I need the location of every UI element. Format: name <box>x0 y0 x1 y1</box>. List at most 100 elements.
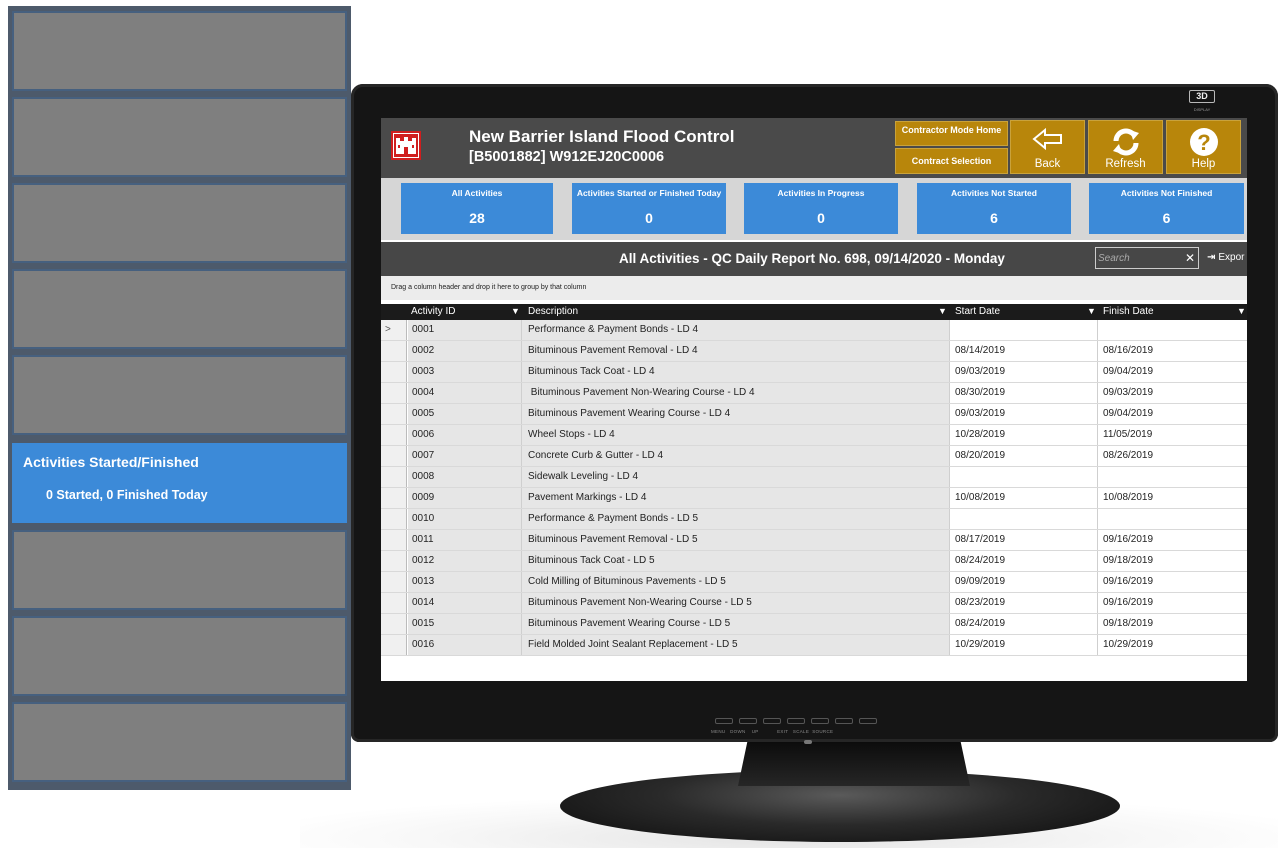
filter-icon[interactable]: ▼ <box>1237 306 1246 316</box>
search-input[interactable] <box>1098 250 1178 266</box>
table-row[interactable]: > 0001 Performance & Payment Bonds - LD … <box>381 320 1247 341</box>
stat-card-not-started[interactable]: Activities Not Started 6 <box>917 183 1071 234</box>
stat-label: Activities Started or Finished Today <box>576 188 722 198</box>
cell-start-date: 10/28/2019 <box>950 425 1098 445</box>
row-selector <box>381 467 407 487</box>
badge-3d-sub: DISPLAY <box>1193 107 1211 112</box>
stat-label: Activities In Progress <box>777 188 865 198</box>
stage: Activities Started/Finished 0 Started, 0… <box>0 0 1278 848</box>
filter-icon[interactable]: ▼ <box>938 306 947 316</box>
cell-finish-date: 09/04/2019 <box>1098 362 1247 382</box>
tile-subtitle: 0 Started, 0 Finished Today <box>46 488 208 502</box>
cell-finish-date: 10/08/2019 <box>1098 488 1247 508</box>
cell-description: Performance & Payment Bonds - LD 4 <box>522 320 950 340</box>
stat-card-started-finished-today[interactable]: Activities Started or Finished Today 0 <box>572 183 726 234</box>
table-row[interactable]: 0015 Bituminous Pavement Wearing Course … <box>381 614 1247 635</box>
source-hw-button[interactable] <box>859 718 877 724</box>
help-label: Help <box>1191 158 1216 170</box>
cell-finish-date: 09/04/2019 <box>1098 404 1247 424</box>
side-tile-1[interactable] <box>12 11 347 91</box>
table-row[interactable]: 0003 Bituminous Tack Coat - LD 4 09/03/2… <box>381 362 1247 383</box>
cell-finish-date: 09/18/2019 <box>1098 614 1247 634</box>
side-tile-7[interactable] <box>12 530 347 610</box>
scale-hw-button[interactable] <box>835 718 853 724</box>
power-led-icon <box>804 740 812 744</box>
column-header-activity-id[interactable]: Activity ID ▼ <box>411 306 521 317</box>
menu-hw-button[interactable] <box>715 718 733 724</box>
table-row[interactable]: 0008 Sidewalk Leveling - LD 4 <box>381 467 1247 488</box>
stat-card-not-finished[interactable]: Activities Not Finished 6 <box>1089 183 1244 234</box>
filter-icon[interactable]: ▼ <box>511 306 520 316</box>
cell-description: Concrete Curb & Gutter - LD 4 <box>522 446 950 466</box>
cell-finish-date: 09/16/2019 <box>1098 593 1247 613</box>
back-button[interactable]: Back <box>1010 120 1085 174</box>
help-button[interactable]: ? Help <box>1166 120 1241 174</box>
back-arrow-icon <box>1031 127 1062 151</box>
table-row[interactable]: 0002 Bituminous Pavement Removal - LD 4 … <box>381 341 1247 362</box>
screen: New Barrier Island Flood Control [B50018… <box>381 118 1247 681</box>
stat-card-all-activities[interactable]: All Activities 28 <box>401 183 553 234</box>
table-row[interactable]: 0006 Wheel Stops - LD 4 10/28/2019 11/05… <box>381 425 1247 446</box>
table-row[interactable]: 0009 Pavement Markings - LD 4 10/08/2019… <box>381 488 1247 509</box>
filter-icon[interactable]: ▼ <box>1087 306 1096 316</box>
column-label: Activity ID <box>411 306 456 317</box>
stat-value: 28 <box>469 210 485 226</box>
up-hw-button[interactable] <box>763 718 781 724</box>
table-row[interactable]: 0007 Concrete Curb & Gutter - LD 4 08/20… <box>381 446 1247 467</box>
cell-finish-date: 10/29/2019 <box>1098 635 1247 655</box>
row-selector <box>381 509 407 529</box>
side-tile-8[interactable] <box>12 616 347 696</box>
castle-icon <box>396 136 416 154</box>
table-row[interactable]: 0014 Bituminous Pavement Non-Wearing Cou… <box>381 593 1247 614</box>
column-header-finish-date[interactable]: Finish Date ▼ <box>1103 306 1246 317</box>
monitor: 3D DISPLAY New Barrier Island Flood Cont… <box>351 84 1278 744</box>
table-row[interactable]: 0012 Bituminous Tack Coat - LD 5 08/24/2… <box>381 551 1247 572</box>
cell-start-date: 09/03/2019 <box>950 362 1098 382</box>
side-tile-2[interactable] <box>12 97 347 177</box>
cell-start-date: 08/14/2019 <box>950 341 1098 361</box>
row-selector <box>381 341 407 361</box>
table-row[interactable]: 0016 Field Molded Joint Sealant Replacem… <box>381 635 1247 656</box>
stat-card-in-progress[interactable]: Activities In Progress 0 <box>744 183 898 234</box>
cell-description: Sidewalk Leveling - LD 4 <box>522 467 950 487</box>
group-by-hint[interactable]: Drag a column header and drop it here to… <box>381 276 1247 300</box>
cell-finish-date <box>1098 509 1247 529</box>
side-tile-3[interactable] <box>12 183 347 263</box>
cell-start-date: 10/29/2019 <box>950 635 1098 655</box>
column-header-start-date[interactable]: Start Date ▼ <box>955 306 1096 317</box>
power-hw-button[interactable] <box>787 718 805 724</box>
row-selector <box>381 362 407 382</box>
cell-start-date: 08/20/2019 <box>950 446 1098 466</box>
table-row[interactable]: 0013 Cold Milling of Bituminous Pavement… <box>381 572 1247 593</box>
column-header-description[interactable]: Description ▼ <box>528 306 948 317</box>
down-hw-button[interactable] <box>739 718 757 724</box>
grid-title: All Activities - QC Daily Report No. 698… <box>619 251 1005 266</box>
cell-activity-id: 0016 <box>408 635 522 655</box>
cell-description: Bituminous Pavement Removal - LD 5 <box>522 530 950 550</box>
cell-finish-date: 11/05/2019 <box>1098 425 1247 445</box>
refresh-button[interactable]: Refresh <box>1088 120 1163 174</box>
clear-search-icon[interactable]: ✕ <box>1185 251 1195 265</box>
table-row[interactable]: 0010 Performance & Payment Bonds - LD 5 <box>381 509 1247 530</box>
cell-start-date: 09/03/2019 <box>950 404 1098 424</box>
cell-activity-id: 0001 <box>408 320 522 340</box>
side-tile-4[interactable] <box>12 269 347 349</box>
export-icon: ⇥ <box>1207 252 1216 263</box>
column-label: Start Date <box>955 306 1001 317</box>
cell-description: Bituminous Pavement Wearing Course - LD … <box>522 404 950 424</box>
cell-activity-id: 0006 <box>408 425 522 445</box>
cell-description: Bituminous Tack Coat - LD 5 <box>522 551 950 571</box>
back-label: Back <box>1034 158 1061 170</box>
cell-activity-id: 0013 <box>408 572 522 592</box>
side-tile-9[interactable] <box>12 702 347 782</box>
table-row[interactable]: 0004 Bituminous Pavement Non-Wearing Cou… <box>381 383 1247 404</box>
table-row[interactable]: 0011 Bituminous Pavement Removal - LD 5 … <box>381 530 1247 551</box>
table-row[interactable]: 0005 Bituminous Pavement Wearing Course … <box>381 404 1247 425</box>
export-button[interactable]: ⇥ Expor <box>1207 252 1245 263</box>
side-tile-5[interactable] <box>12 355 347 435</box>
cell-start-date <box>950 509 1098 529</box>
contract-selection-button[interactable]: Contract Selection <box>895 148 1008 174</box>
activities-started-finished-tile[interactable]: Activities Started/Finished 0 Started, 0… <box>12 443 347 523</box>
contractor-mode-home-button[interactable]: Contractor Mode Home <box>895 121 1008 146</box>
exit-hw-button[interactable] <box>811 718 829 724</box>
